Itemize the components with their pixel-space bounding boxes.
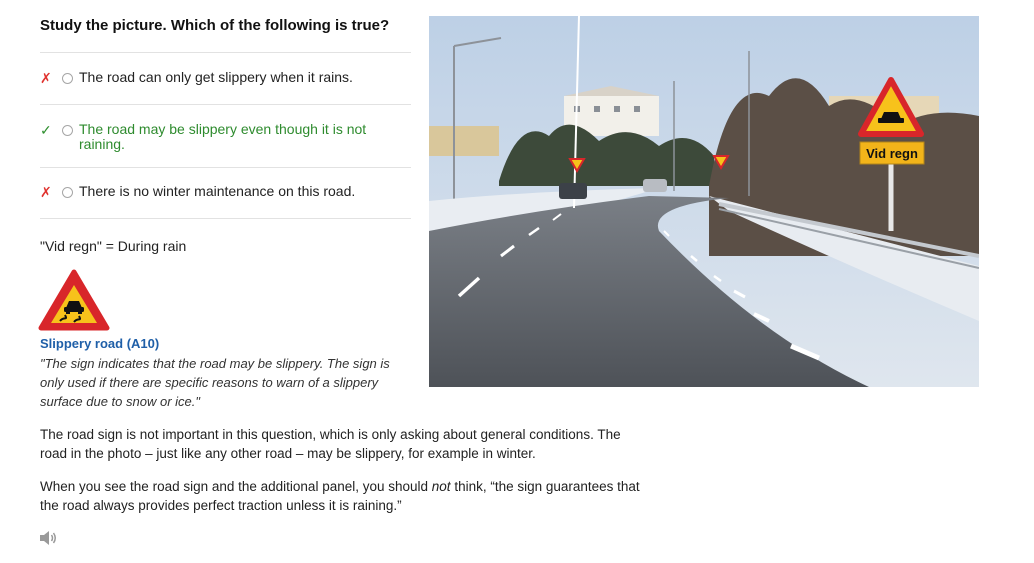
radio-button[interactable]	[62, 125, 73, 136]
answer-option-3[interactable]: ✗ There is no winter maintenance on this…	[40, 167, 411, 219]
emphasis-text: not	[431, 479, 451, 494]
radio-button[interactable]	[62, 73, 73, 84]
answer-list: ✗ The road can only get slippery when it…	[40, 52, 411, 219]
explanation-paragraph-2: When you see the road sign and the addit…	[40, 477, 650, 515]
explanation-text: When you see the road sign and the addit…	[40, 479, 432, 494]
incorrect-mark-icon: ✗	[40, 70, 52, 86]
explanation-paragraph-1: The road sign is not important in this q…	[40, 427, 621, 461]
answer-text: The road can only get slippery when it r…	[79, 69, 353, 85]
sign-title: Slippery road (A10)	[40, 336, 160, 351]
answer-option-1[interactable]: ✗ The road can only get slippery when it…	[40, 52, 411, 104]
incorrect-mark-icon: ✗	[40, 184, 52, 200]
panel-text: Vid regn	[866, 146, 918, 161]
speaker-icon[interactable]	[38, 530, 58, 551]
correct-mark-icon: ✓	[40, 122, 52, 138]
road-photo: Vid regn	[429, 16, 979, 387]
answer-option-2[interactable]: ✓ The road may be slippery even though i…	[40, 104, 411, 167]
translation-note: "Vid regn" = During rain	[40, 238, 187, 254]
question-title: Study the picture. Which of the followin…	[40, 17, 390, 34]
sign-description: "The sign indicates that the road may be…	[40, 356, 390, 409]
radio-button[interactable]	[62, 187, 73, 198]
slippery-road-sign-icon	[38, 268, 110, 337]
answer-text: There is no winter maintenance on this r…	[79, 183, 356, 199]
answer-text: The road may be slippery even though it …	[79, 121, 367, 152]
